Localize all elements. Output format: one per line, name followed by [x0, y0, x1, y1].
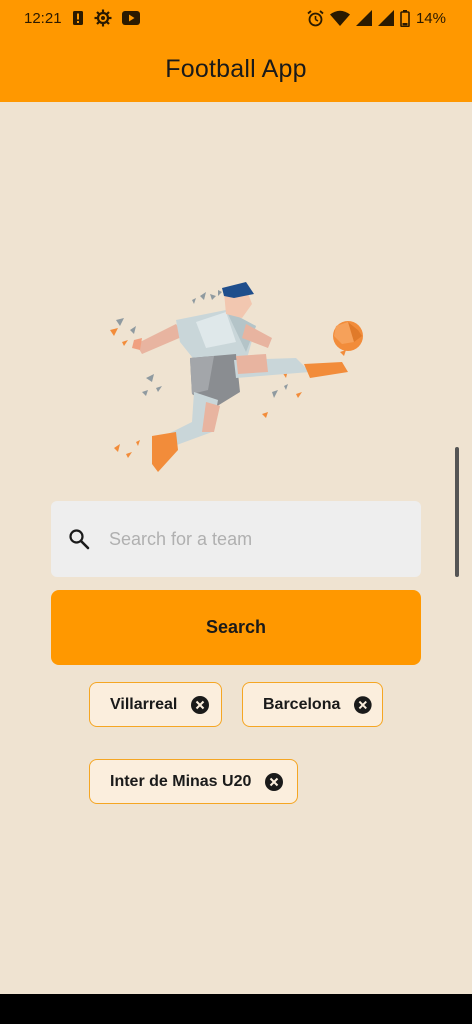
- chip-label: Barcelona: [263, 695, 341, 713]
- close-icon[interactable]: [354, 695, 372, 714]
- close-icon[interactable]: [265, 772, 284, 791]
- search-icon: [69, 529, 90, 550]
- chip-label: Villarreal: [110, 695, 178, 713]
- chip-label: Inter de Minas U20: [110, 772, 252, 790]
- signal-icon: [355, 10, 372, 26]
- search-button[interactable]: Search: [51, 590, 421, 665]
- alert-icon: [72, 11, 83, 25]
- battery-percent: 14%: [415, 9, 446, 27]
- football-player-illustration: [110, 282, 363, 472]
- search-button-label: Search: [205, 617, 267, 637]
- status-left: 12:21: [24, 9, 140, 27]
- status-time: 12:21: [24, 9, 62, 27]
- status-right: 14%: [307, 9, 446, 27]
- system-navigation-bar: [0, 994, 472, 1024]
- team-chip[interactable]: Inter de Minas U20: [89, 759, 298, 804]
- scrollbar[interactable]: [455, 447, 459, 577]
- battery-icon: [400, 9, 410, 27]
- youtube-icon: [121, 11, 140, 25]
- team-chip[interactable]: Barcelona: [242, 682, 383, 727]
- signal-icon: [377, 10, 394, 26]
- app-title: Football App: [165, 54, 307, 83]
- alarm-icon: [307, 9, 324, 26]
- close-icon[interactable]: [191, 695, 210, 714]
- wifi-icon: [329, 10, 350, 26]
- settings-icon: [94, 9, 112, 27]
- team-chip[interactable]: Villarreal: [89, 682, 222, 727]
- search-box[interactable]: [51, 501, 421, 577]
- search-input[interactable]: [109, 528, 399, 550]
- app-bar: Football App: [0, 36, 472, 102]
- status-bar: 12:21 14%: [0, 0, 472, 36]
